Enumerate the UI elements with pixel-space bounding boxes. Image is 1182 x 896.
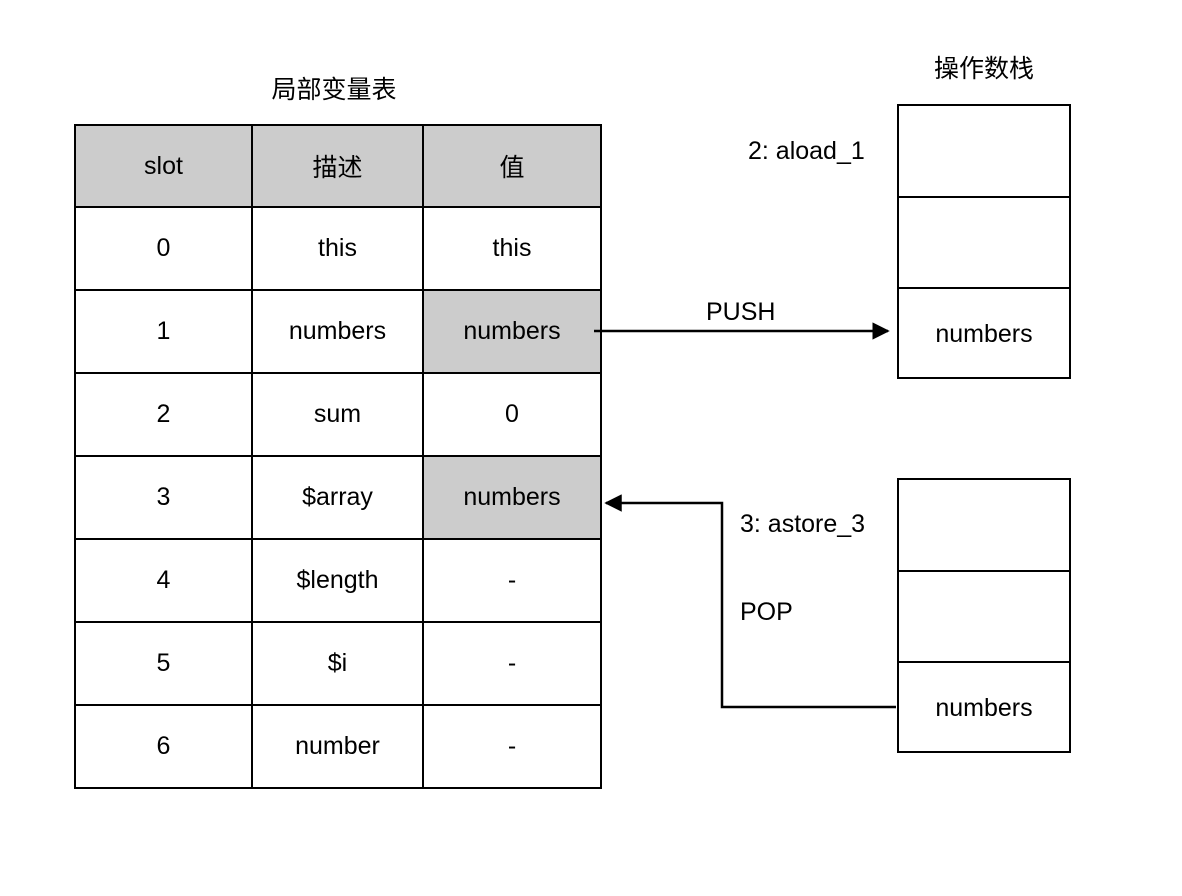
cell-slot: 1: [74, 289, 253, 374]
cell-slot: 5: [74, 621, 253, 706]
cell-desc: $array: [251, 455, 424, 540]
table-row: 0 this this: [74, 206, 602, 291]
cell-value: 0: [422, 372, 602, 457]
cell-value: -: [422, 538, 602, 623]
table-row: 2 sum 0: [74, 372, 602, 457]
stack-cell: [899, 480, 1069, 572]
operand-stack-bottom: numbers: [897, 478, 1071, 753]
cell-value-highlighted: numbers: [422, 455, 602, 540]
column-header-desc: 描述: [251, 124, 424, 208]
cell-slot: 6: [74, 704, 253, 789]
column-header-value: 值: [422, 124, 602, 208]
stack-cell: [899, 572, 1069, 663]
table-header-row: slot 描述 值: [74, 124, 602, 208]
cell-slot: 4: [74, 538, 253, 623]
operand-stack-title: 操作数栈: [933, 55, 1034, 83]
table-row: 1 numbers numbers: [74, 289, 602, 374]
cell-desc: number: [251, 704, 424, 789]
cell-value: -: [422, 621, 602, 706]
cell-slot: 0: [74, 206, 253, 291]
cell-desc: sum: [251, 372, 424, 457]
cell-desc: numbers: [251, 289, 424, 374]
cell-desc: this: [251, 206, 424, 291]
diagram-canvas: 局部变量表 操作数栈 slot 描述 值 0 this this 1 numbe…: [0, 0, 1182, 896]
cell-value: -: [422, 704, 602, 789]
table-row: 4 $length -: [74, 538, 602, 623]
cell-value-highlighted: numbers: [422, 289, 602, 374]
edge-label-astore-instruction: 3: astore_3: [740, 510, 866, 538]
column-header-slot: slot: [74, 124, 253, 208]
cell-value: this: [422, 206, 602, 291]
stack-cell: [899, 106, 1069, 198]
table-row: 3 $array numbers: [74, 455, 602, 540]
cell-slot: 2: [74, 372, 253, 457]
operand-stack-top: numbers: [897, 104, 1071, 379]
local-variable-table-title: 局部变量表: [271, 76, 397, 104]
cell-slot: 3: [74, 455, 253, 540]
cell-desc: $length: [251, 538, 424, 623]
stack-cell: numbers: [935, 694, 1033, 723]
table-row: 5 $i -: [74, 621, 602, 706]
edge-label-push-operation: PUSH: [706, 298, 776, 326]
cell-desc: $i: [251, 621, 424, 706]
stack-cell: [899, 198, 1069, 289]
edge-label-pop-operation: POP: [740, 598, 793, 626]
table-row: 6 number -: [74, 704, 602, 789]
local-variable-table: slot 描述 值 0 this this 1 numbers numbers …: [74, 124, 602, 789]
stack-cell: numbers: [935, 320, 1033, 349]
edge-label-aload-instruction: 2: aload_1: [748, 137, 865, 165]
